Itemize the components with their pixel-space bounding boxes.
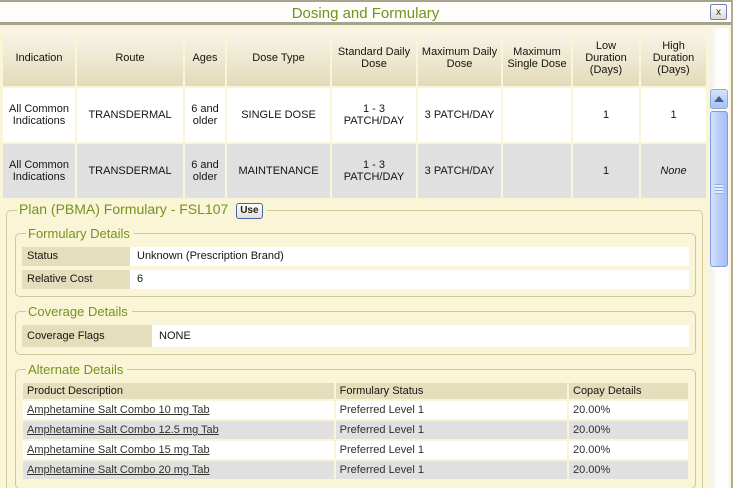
plan-formulary-legend: Plan (PBMA) Formulary - FSL107 Use bbox=[17, 202, 267, 219]
formulary-details-section: Formulary Details Status Unknown (Prescr… bbox=[15, 226, 696, 297]
table-row: Amphetamine Salt Combo 15 mg Tab Preferr… bbox=[23, 441, 688, 459]
table-cell: Preferred Level 1 bbox=[336, 441, 567, 459]
coverage-flags-row: Coverage Flags NONE bbox=[22, 325, 689, 347]
alternate-details-legend: Alternate Details bbox=[26, 362, 127, 377]
relative-cost-value: 6 bbox=[130, 270, 689, 289]
column-header: Dose Type bbox=[227, 30, 330, 86]
table-cell: Amphetamine Salt Combo 20 mg Tab bbox=[23, 461, 334, 479]
alternate-header-row: Product Description Formulary Status Cop… bbox=[23, 383, 688, 399]
coverage-details-section: Coverage Details Coverage Flags NONE bbox=[15, 304, 696, 355]
table-cell: All Common Indications bbox=[3, 144, 75, 198]
status-value: Unknown (Prescription Brand) bbox=[130, 247, 689, 266]
scrollbar-grip-icon bbox=[715, 184, 723, 194]
table-row: All Common Indications TRANSDERMAL 6 and… bbox=[3, 88, 706, 142]
table-cell: 1 - 3 PATCH/DAY bbox=[332, 88, 416, 142]
table-cell: Preferred Level 1 bbox=[336, 461, 567, 479]
table-cell: 1 bbox=[641, 88, 706, 142]
dosing-table: Indication Route Ages Dose Type Standard… bbox=[1, 28, 708, 200]
table-cell: MAINTENANCE bbox=[227, 144, 330, 198]
coverage-flags-label: Coverage Flags bbox=[22, 325, 152, 347]
table-cell: SINGLE DOSE bbox=[227, 88, 330, 142]
plan-formulary-title: Plan (PBMA) Formulary - FSL107 bbox=[19, 201, 228, 217]
use-button[interactable]: Use bbox=[236, 203, 262, 219]
product-link[interactable]: Amphetamine Salt Combo 10 mg Tab bbox=[27, 404, 210, 416]
table-cell: 20.00% bbox=[569, 421, 688, 439]
column-header: Maximum Daily Dose bbox=[418, 30, 501, 86]
table-cell: Amphetamine Salt Combo 10 mg Tab bbox=[23, 401, 334, 419]
plan-formulary-section: Plan (PBMA) Formulary - FSL107 Use Formu… bbox=[6, 202, 703, 488]
table-cell: TRANSDERMAL bbox=[77, 144, 183, 198]
scroll-up-arrow-icon bbox=[714, 96, 724, 102]
relative-cost-row: Relative Cost 6 bbox=[22, 270, 689, 289]
table-cell: Amphetamine Salt Combo 12.5 mg Tab bbox=[23, 421, 334, 439]
table-cell: 6 and older bbox=[185, 144, 225, 198]
product-link[interactable]: Amphetamine Salt Combo 20 mg Tab bbox=[27, 464, 210, 476]
table-cell: Amphetamine Salt Combo 15 mg Tab bbox=[23, 441, 334, 459]
table-row: All Common Indications TRANSDERMAL 6 and… bbox=[3, 144, 706, 198]
relative-cost-label: Relative Cost bbox=[22, 270, 130, 289]
table-cell: 20.00% bbox=[569, 401, 688, 419]
close-icon[interactable]: x bbox=[710, 4, 727, 20]
table-cell bbox=[503, 88, 571, 142]
dosing-header-row: Indication Route Ages Dose Type Standard… bbox=[3, 30, 706, 86]
alternate-products-table: Product Description Formulary Status Cop… bbox=[21, 381, 690, 481]
table-row: Amphetamine Salt Combo 20 mg Tab Preferr… bbox=[23, 461, 688, 479]
table-cell bbox=[503, 144, 571, 198]
scrollbar-thumb[interactable] bbox=[710, 111, 728, 267]
formulary-details-legend: Formulary Details bbox=[26, 226, 134, 241]
status-label: Status bbox=[22, 247, 130, 266]
scroll-up-button[interactable] bbox=[710, 89, 728, 109]
column-header: High Duration (Days) bbox=[641, 30, 706, 86]
column-header: Standard Daily Dose bbox=[332, 30, 416, 86]
vertical-scrollbar[interactable] bbox=[710, 28, 729, 488]
scrollable-content: Indication Route Ages Dose Type Standard… bbox=[0, 28, 711, 488]
table-cell: 1 bbox=[573, 144, 639, 198]
table-cell: None bbox=[641, 144, 706, 198]
column-header: Route bbox=[77, 30, 183, 86]
alternate-details-section: Alternate Details Product Description Fo… bbox=[15, 362, 696, 488]
status-row: Status Unknown (Prescription Brand) bbox=[22, 247, 689, 266]
product-link[interactable]: Amphetamine Salt Combo 15 mg Tab bbox=[27, 444, 210, 456]
window-titlebar: Dosing and Formulary bbox=[0, 2, 731, 25]
table-cell: 1 - 3 PATCH/DAY bbox=[332, 144, 416, 198]
coverage-details-legend: Coverage Details bbox=[26, 304, 132, 319]
table-cell: 3 PATCH/DAY bbox=[418, 144, 501, 198]
window-title: Dosing and Formulary bbox=[0, 2, 731, 25]
table-cell: 1 bbox=[573, 88, 639, 142]
column-header: Maximum Single Dose bbox=[503, 30, 571, 86]
table-cell: 20.00% bbox=[569, 461, 688, 479]
table-cell: 20.00% bbox=[569, 441, 688, 459]
table-cell: Preferred Level 1 bbox=[336, 401, 567, 419]
column-header: Ages bbox=[185, 30, 225, 86]
column-header: Low Duration (Days) bbox=[573, 30, 639, 86]
table-cell: All Common Indications bbox=[3, 88, 75, 142]
column-header: Copay Details bbox=[569, 383, 688, 399]
coverage-flags-value: NONE bbox=[152, 325, 689, 347]
column-header: Formulary Status bbox=[336, 383, 567, 399]
table-cell: 6 and older bbox=[185, 88, 225, 142]
column-header: Indication bbox=[3, 30, 75, 86]
product-link[interactable]: Amphetamine Salt Combo 12.5 mg Tab bbox=[27, 424, 219, 436]
table-row: Amphetamine Salt Combo 10 mg Tab Preferr… bbox=[23, 401, 688, 419]
dosing-formulary-window: Dosing and Formulary x Indication Route … bbox=[0, 0, 733, 488]
table-cell: Preferred Level 1 bbox=[336, 421, 567, 439]
table-cell: TRANSDERMAL bbox=[77, 88, 183, 142]
table-row: Amphetamine Salt Combo 12.5 mg Tab Prefe… bbox=[23, 421, 688, 439]
table-cell: 3 PATCH/DAY bbox=[418, 88, 501, 142]
column-header: Product Description bbox=[23, 383, 334, 399]
